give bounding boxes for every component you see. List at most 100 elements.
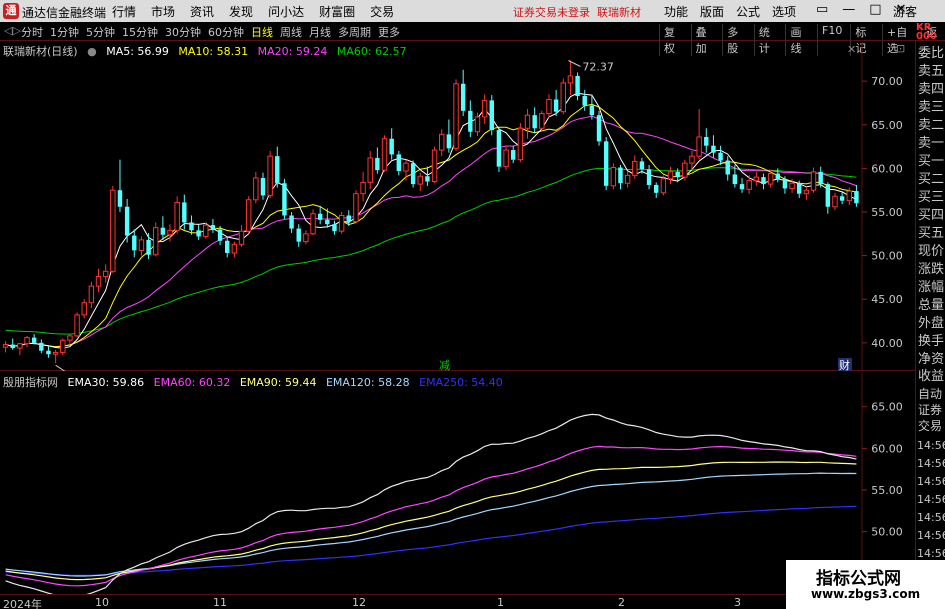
nav-arrows-icon[interactable]: ◁▷ bbox=[4, 24, 21, 37]
y-tick-label: 50.00 bbox=[871, 250, 903, 263]
candle-body bbox=[425, 176, 430, 182]
menu-options[interactable]: 选项 bbox=[772, 3, 796, 20]
maximize-icon[interactable]: □ bbox=[869, 2, 881, 17]
candle-body bbox=[31, 337, 37, 343]
candle-body bbox=[245, 199, 252, 232]
candle-body bbox=[761, 177, 766, 185]
candle-body bbox=[303, 233, 309, 243]
guest-label[interactable]: 游客 bbox=[893, 3, 917, 20]
x-axis: 2024年 10 11 12 1 2 3 bbox=[0, 594, 915, 609]
candle-body bbox=[775, 173, 780, 179]
tab-multi-period[interactable]: 多周期 bbox=[338, 24, 371, 40]
candle-body bbox=[453, 83, 459, 149]
sub-y-tick-label: 55.00 bbox=[871, 484, 903, 497]
y-tick-label: 70.00 bbox=[871, 75, 903, 88]
candle-body bbox=[182, 202, 187, 223]
x-label-nov: 11 bbox=[213, 596, 227, 609]
login-notice[interactable]: 证券交易未登录 联瑞新材 bbox=[513, 4, 641, 20]
tab-daily[interactable]: 日线 bbox=[251, 24, 273, 40]
menu-trade[interactable]: 交易 bbox=[370, 3, 394, 20]
label-auto[interactable]: 自动 bbox=[918, 386, 942, 402]
menu-wealth[interactable]: 财富圈 bbox=[319, 3, 355, 20]
tab-1min[interactable]: 1分钟 bbox=[50, 24, 79, 40]
menu-markets[interactable]: 市场 bbox=[151, 3, 175, 20]
menu-formula[interactable]: 公式 bbox=[736, 3, 760, 20]
menu-market[interactable]: 行情 bbox=[112, 3, 136, 20]
label-price: 现价 bbox=[918, 244, 945, 259]
candle-body bbox=[275, 156, 280, 184]
event-label-reduce: 减 bbox=[439, 359, 450, 371]
menu-news[interactable]: 资讯 bbox=[190, 3, 214, 20]
tab-30min[interactable]: 30分钟 bbox=[165, 24, 201, 40]
candle-body bbox=[660, 178, 667, 194]
main-menu: 行情 市场 资讯 发现 问小达 财富圈 交易 bbox=[112, 3, 394, 20]
low-label: 37.67 bbox=[69, 369, 101, 371]
candle-body bbox=[711, 145, 716, 153]
y-tick-label: 40.00 bbox=[871, 337, 903, 350]
candle-body bbox=[367, 157, 373, 183]
ma10-line bbox=[5, 103, 857, 348]
tab-monthly[interactable]: 月线 bbox=[309, 24, 331, 40]
candle-body bbox=[375, 157, 380, 171]
tick-time: 14:56 bbox=[917, 475, 945, 488]
label-buy3: 买三 bbox=[918, 190, 945, 205]
candle-body bbox=[117, 190, 123, 207]
legend-ema30: EMA30: 59.86 bbox=[67, 376, 145, 389]
expand-chart-icon[interactable]: ⊡ bbox=[896, 42, 905, 55]
minimize-icon[interactable]: — bbox=[842, 2, 855, 17]
menu-layout[interactable]: 版面 bbox=[700, 3, 724, 20]
sub-legend-title: 殷朋指标网 bbox=[3, 376, 58, 389]
candle-body bbox=[332, 224, 337, 232]
tab-weekly[interactable]: 周线 bbox=[280, 24, 302, 40]
candle-body bbox=[474, 116, 481, 133]
candle-body bbox=[575, 75, 580, 96]
ma-settings-icon[interactable]: ● bbox=[87, 45, 97, 58]
candle-body bbox=[67, 335, 73, 341]
period-toolbar: ◁▷ 分时 1分钟 5分钟 15分钟 30分钟 60分钟 日线 周线 月线 多周… bbox=[0, 22, 945, 56]
x-label-2024: 2024年 bbox=[3, 598, 42, 609]
restore-icon[interactable]: ▭ bbox=[816, 2, 828, 17]
candle-body bbox=[210, 225, 216, 230]
label-sell2: 卖二 bbox=[918, 118, 945, 133]
candle-body bbox=[667, 171, 674, 180]
close-chart-icon[interactable]: ✕ bbox=[847, 43, 856, 56]
candle-body bbox=[632, 160, 638, 176]
main-legend-title: 联瑞新材(日线) bbox=[3, 45, 78, 58]
candle-body bbox=[317, 213, 323, 220]
tab-intraday[interactable]: 分时 bbox=[21, 24, 43, 40]
candle-body bbox=[310, 213, 316, 235]
y-tick-label: 55.00 bbox=[871, 206, 903, 219]
candle-body bbox=[189, 222, 194, 231]
tab-more[interactable]: 更多 bbox=[378, 24, 400, 40]
candle-body bbox=[539, 112, 545, 129]
label-securities: 证券 bbox=[918, 403, 943, 417]
main-kline-chart[interactable]: 70.00 65.00 60.00 55.00 50.00 45.00 40.00 72.37… bbox=[0, 41, 915, 371]
candle-body bbox=[517, 127, 524, 161]
ema-indicator-chart[interactable]: 65.0060.0055.0050.0045.00 殷朋指标网 EMA30: 5… bbox=[0, 372, 915, 594]
menu-function[interactable]: 功能 bbox=[664, 3, 688, 20]
candle-body bbox=[282, 183, 287, 216]
candle-body bbox=[646, 169, 652, 185]
candle-body bbox=[532, 115, 537, 129]
tab-5min[interactable]: 5分钟 bbox=[86, 24, 115, 40]
ema30-line bbox=[5, 413, 857, 594]
label-turnover: 换手 bbox=[918, 334, 945, 349]
candle-body bbox=[732, 174, 738, 185]
candle-body bbox=[110, 189, 116, 272]
candle-body bbox=[739, 184, 745, 190]
menu-discover[interactable]: 发现 bbox=[229, 3, 253, 20]
ma60-line bbox=[5, 167, 857, 335]
candle-body bbox=[839, 196, 845, 201]
candle-body bbox=[46, 350, 51, 355]
candle-body bbox=[231, 243, 238, 254]
candle-body bbox=[610, 167, 617, 187]
tab-60min[interactable]: 60分钟 bbox=[208, 24, 244, 40]
candle-body bbox=[325, 219, 330, 225]
candle-body bbox=[225, 240, 230, 253]
candle-body bbox=[146, 239, 151, 255]
candle-body bbox=[767, 173, 774, 185]
candle-body bbox=[253, 177, 259, 201]
tab-15min[interactable]: 15分钟 bbox=[122, 24, 158, 40]
legend-ma60: MA60: 62.57 bbox=[336, 45, 407, 58]
menu-ask[interactable]: 问小达 bbox=[268, 3, 304, 20]
